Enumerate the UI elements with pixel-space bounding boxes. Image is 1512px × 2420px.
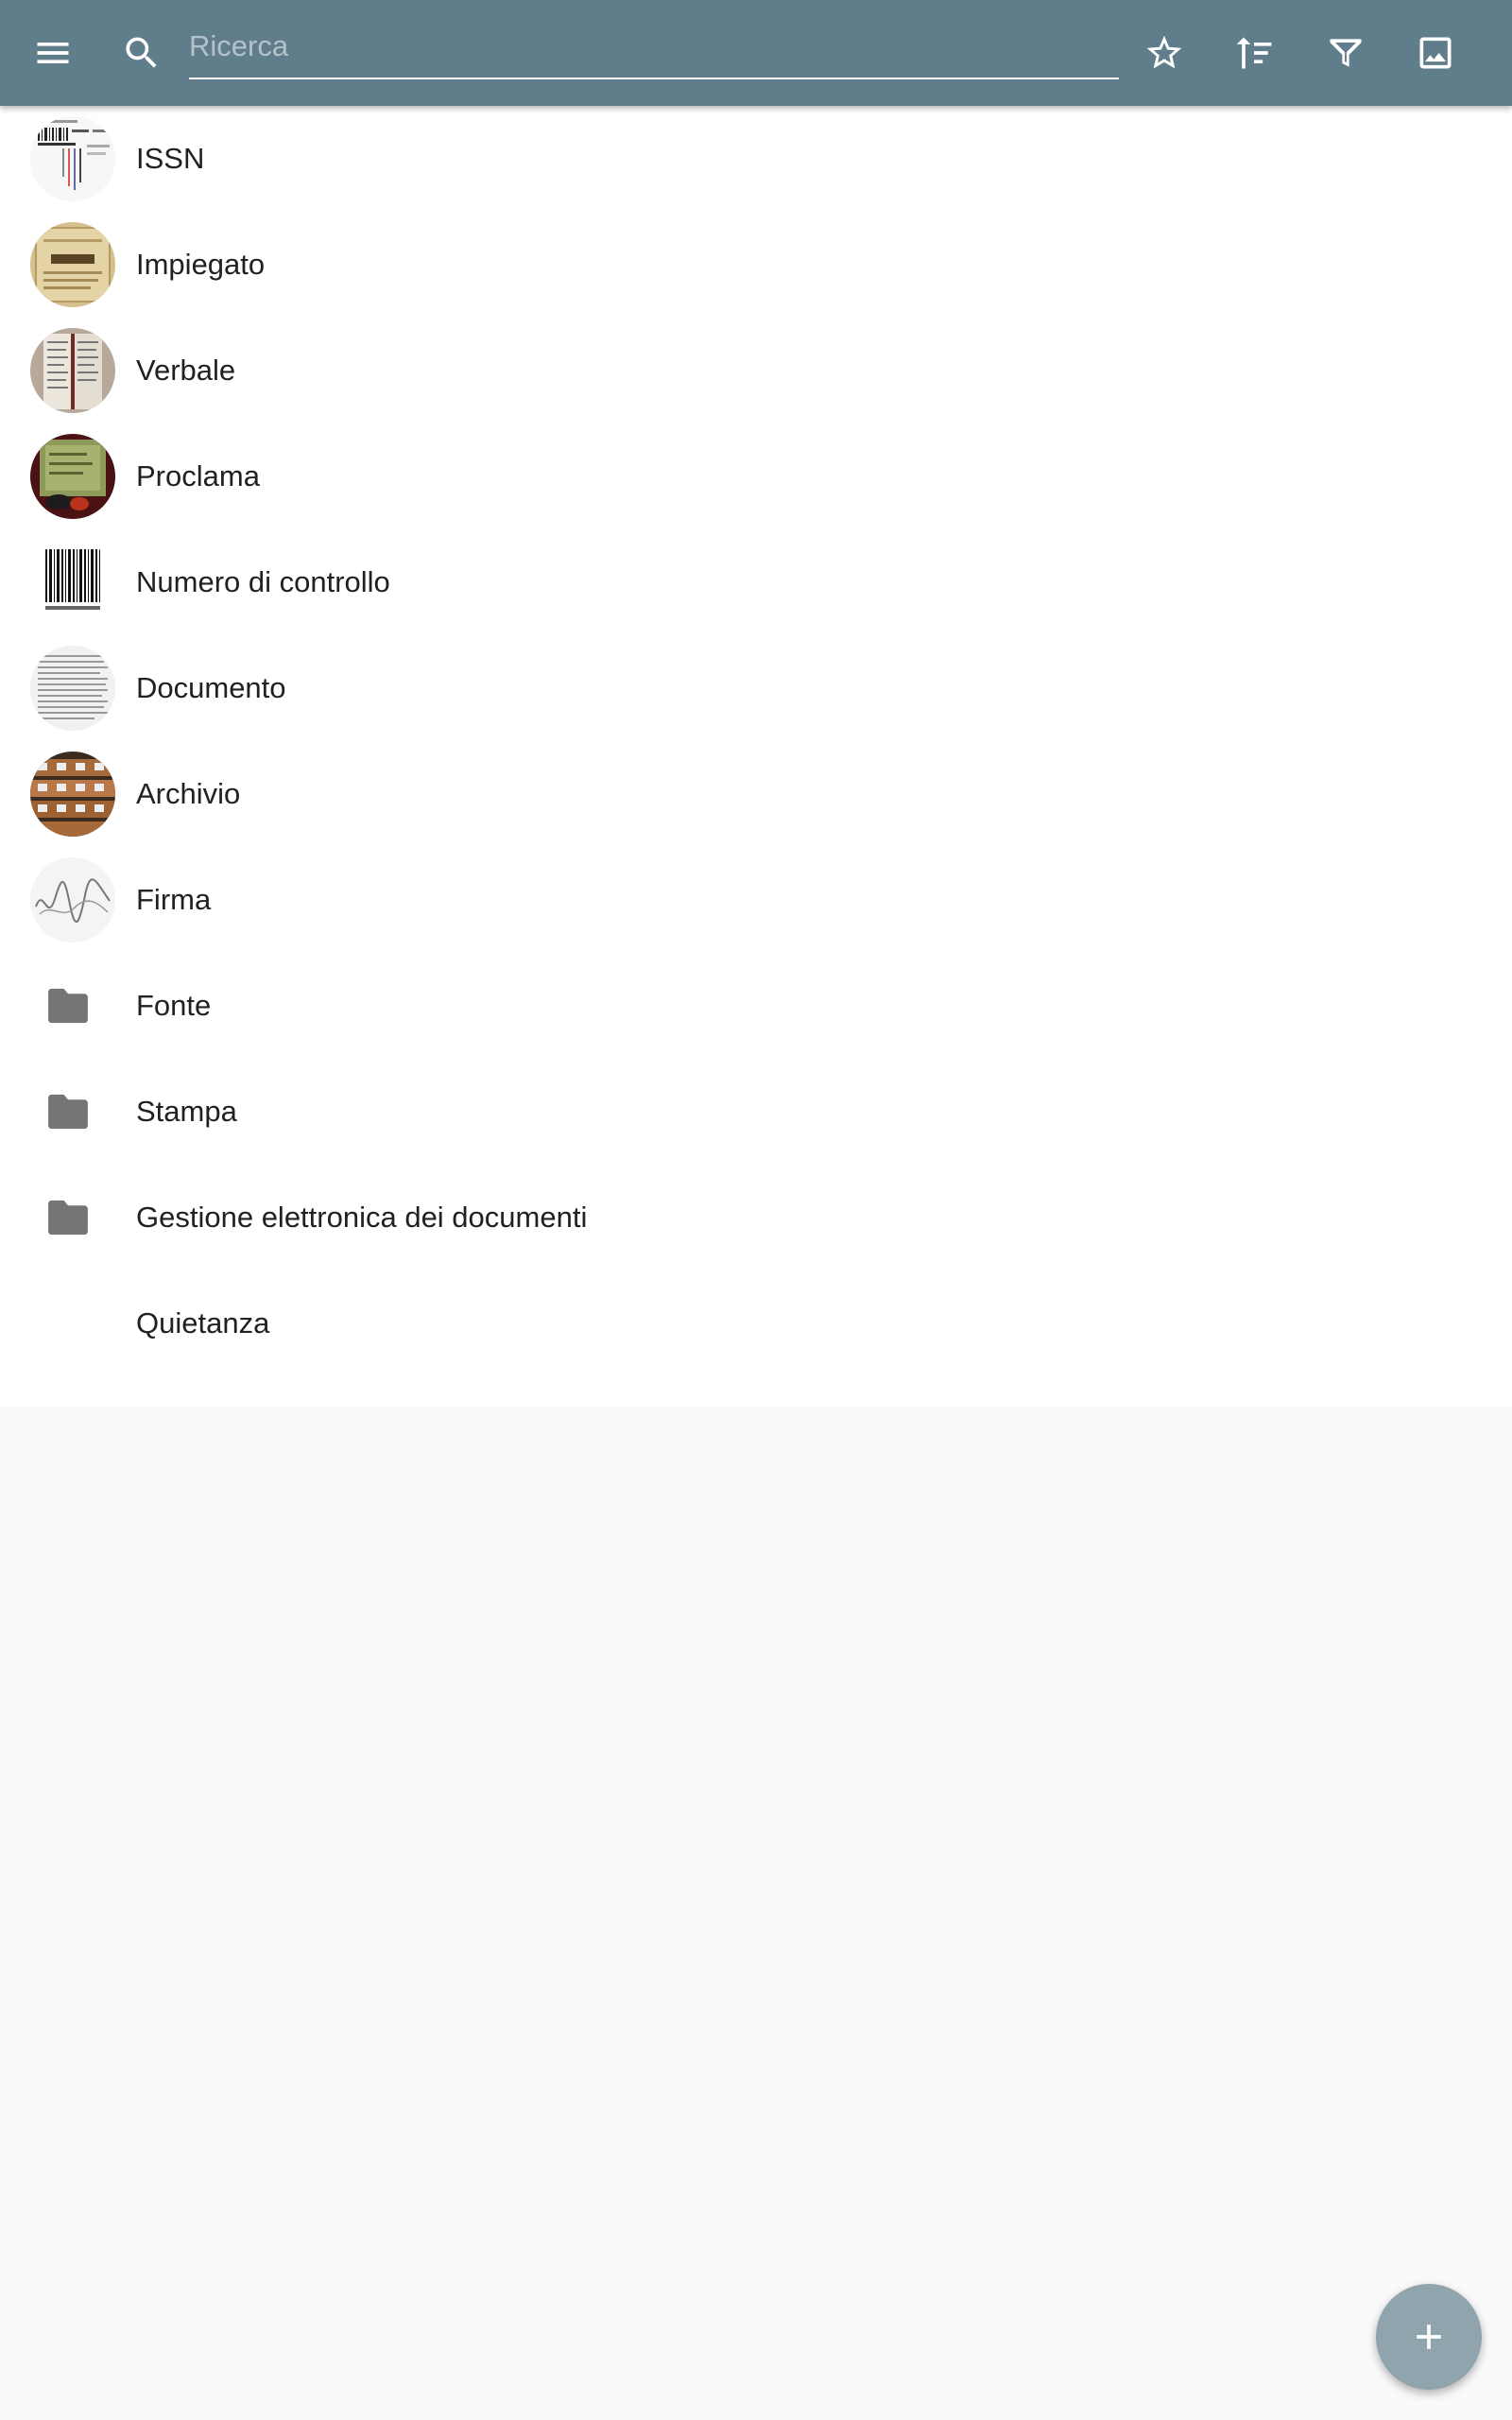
- list-item[interactable]: Documento: [0, 635, 1512, 741]
- list-item[interactable]: Verbale: [0, 318, 1512, 424]
- barcode-image: [30, 540, 115, 625]
- search-input[interactable]: [189, 21, 1119, 72]
- old-document-image: [30, 222, 115, 307]
- sort-button[interactable]: [1224, 23, 1284, 83]
- list-item[interactable]: Fonte: [0, 953, 1512, 1059]
- list-item-label: Fonte: [136, 989, 212, 1022]
- text-document-image: [30, 646, 115, 731]
- issn-barcode-image: [30, 116, 115, 201]
- list-item-label: Stampa: [136, 1095, 237, 1128]
- list-item[interactable]: Firma: [0, 847, 1512, 953]
- search-field: [189, 21, 1119, 79]
- image-icon: [1419, 37, 1452, 69]
- folder-icon: [47, 1093, 89, 1131]
- list-item-label: Firma: [136, 883, 212, 916]
- menu-icon: [37, 43, 69, 63]
- sort-icon: [1236, 37, 1272, 69]
- list-item-label: Gestione elettronica dei documenti: [136, 1201, 588, 1234]
- search-icon: [126, 37, 157, 68]
- add-button[interactable]: [1376, 2284, 1482, 2390]
- search-button[interactable]: [112, 23, 172, 83]
- star-outline-icon: [1146, 35, 1182, 69]
- list-item-label: Impiegato: [136, 248, 266, 281]
- list-item[interactable]: Proclama: [0, 424, 1512, 529]
- image-view-button[interactable]: [1405, 23, 1466, 83]
- list-item-label: Quietanza: [136, 1306, 270, 1340]
- list-item[interactable]: ISSN: [0, 106, 1512, 212]
- list-item-label: Proclama: [136, 459, 260, 493]
- folder-icon: [47, 1199, 89, 1236]
- list-item[interactable]: Stampa: [0, 1059, 1512, 1165]
- list-item-label: ISSN: [136, 142, 205, 175]
- list-item[interactable]: Numero di controllo: [0, 529, 1512, 635]
- folder-icon: [47, 987, 89, 1025]
- favorites-button[interactable]: [1134, 23, 1194, 83]
- signature-image: [30, 857, 115, 942]
- list-item-label: Archivio: [136, 777, 241, 810]
- list-item-label: Verbale: [136, 354, 236, 387]
- list-item[interactable]: Quietanza: [0, 1270, 1512, 1376]
- archive-shelves-image: [30, 752, 115, 837]
- menu-button[interactable]: [23, 23, 83, 83]
- list-item[interactable]: Impiegato: [0, 212, 1512, 318]
- book-pages-image: [30, 328, 115, 413]
- category-list: ISSN Impiegato Verbale Proclama Numero d…: [0, 106, 1512, 1407]
- list-item-label: Numero di controllo: [136, 565, 390, 598]
- list-item-label: Documento: [136, 671, 286, 704]
- filter-button[interactable]: [1315, 23, 1376, 83]
- plus-icon: [1417, 2325, 1441, 2349]
- filter-icon: [1330, 39, 1362, 67]
- list-item[interactable]: Gestione elettronica dei documenti: [0, 1165, 1512, 1270]
- proclamation-image: [30, 434, 115, 519]
- list-item[interactable]: Archivio: [0, 741, 1512, 847]
- app-bar: [0, 0, 1512, 106]
